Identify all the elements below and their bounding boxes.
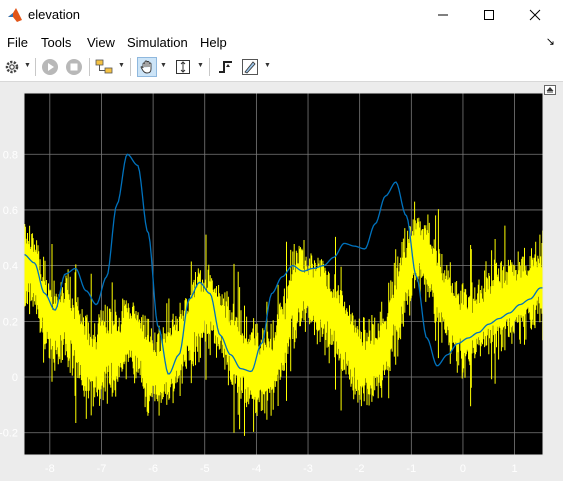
settings-icon — [5, 60, 19, 74]
signal-selector-dropdown-icon[interactable]: ▼ — [118, 62, 125, 70]
x-tick-label: -8 — [45, 463, 55, 475]
matlab-logo-icon — [7, 7, 23, 23]
menu-view[interactable]: View — [87, 35, 115, 50]
zoom-button[interactable] — [173, 57, 193, 77]
pan-button[interactable] — [137, 57, 157, 77]
triggers-button[interactable] — [216, 57, 236, 77]
style-icon — [242, 59, 258, 75]
signal-selector-icon — [95, 59, 113, 74]
x-tick-label: -7 — [97, 463, 107, 475]
minimize-icon — [438, 14, 448, 15]
toolbar-separator — [130, 58, 131, 76]
window-title: elevation — [28, 7, 81, 22]
style-button[interactable] — [240, 57, 260, 77]
x-tick-label: 0 — [460, 463, 466, 475]
toolbar: ▼ ▼ ▼ ▼ ▼ — [0, 53, 563, 82]
menu-simulation[interactable]: Simulation — [127, 35, 188, 50]
y-tick-label: 0.6 — [3, 205, 18, 217]
toolbar-separator — [35, 58, 36, 76]
zoom-dropdown-icon[interactable]: ▼ — [197, 62, 204, 70]
triggers-icon — [219, 61, 232, 73]
y-tick-label: 0.2 — [3, 316, 18, 328]
maximize-button[interactable] — [467, 0, 511, 29]
title-bar: elevation — [0, 0, 563, 31]
settings-button[interactable] — [2, 57, 22, 77]
x-tick-label: -4 — [251, 463, 261, 475]
scope-plot[interactable]: -8 -7 -6 -5 -4 -3 -2 -1 0 1 -0.2 0 0.2 0.4 0.6 0.8 — [0, 82, 563, 481]
pan-icon — [140, 60, 152, 74]
y-tick-label: 0 — [12, 372, 18, 384]
y-tick-label: -0.2 — [0, 428, 18, 440]
toolbar-separator — [89, 58, 90, 76]
x-tick-label: -3 — [303, 463, 313, 475]
x-tick-label: -6 — [148, 463, 158, 475]
stop-icon — [66, 59, 82, 75]
y-tick-label: 0.4 — [3, 261, 18, 273]
x-tick-label: -5 — [200, 463, 210, 475]
signal-selector-button[interactable] — [94, 57, 114, 77]
settings-dropdown-icon[interactable]: ▼ — [24, 62, 31, 70]
pan-dropdown-icon[interactable]: ▼ — [160, 62, 167, 70]
close-button[interactable] — [513, 0, 557, 29]
run-icon — [42, 59, 58, 75]
menu-tools[interactable]: Tools — [41, 35, 71, 50]
close-icon — [529, 9, 541, 20]
style-dropdown-icon[interactable]: ▼ — [264, 62, 271, 70]
minimize-button[interactable] — [421, 0, 465, 29]
run-button[interactable] — [40, 57, 60, 77]
stop-button[interactable] — [64, 57, 84, 77]
x-tick-label: -1 — [406, 463, 416, 475]
x-tick-label: 1 — [512, 463, 518, 475]
menu-bar: File Tools View Simulation Help ↘ — [0, 31, 563, 53]
zoom-icon — [176, 60, 190, 74]
collapse-menu-icon[interactable]: ↘ — [546, 35, 555, 48]
menu-file[interactable]: File — [7, 35, 28, 50]
y-tick-label: 0.8 — [3, 149, 18, 161]
maximize-icon — [484, 9, 494, 20]
toolbar-separator — [209, 58, 210, 76]
menu-help[interactable]: Help — [200, 35, 227, 50]
x-tick-label: -2 — [355, 463, 365, 475]
